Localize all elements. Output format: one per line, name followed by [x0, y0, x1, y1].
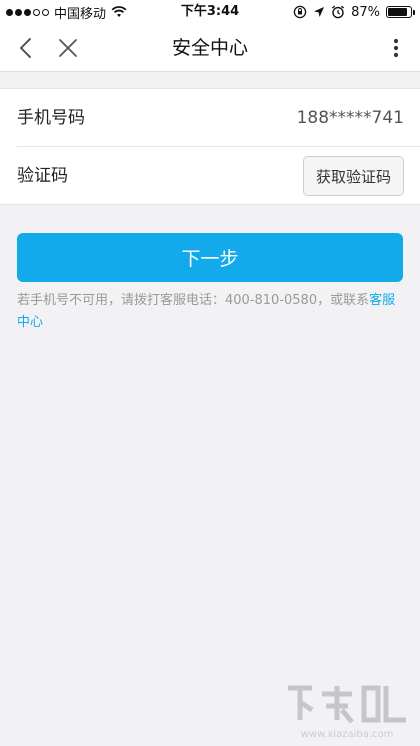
watermark-logo [288, 685, 406, 724]
code-row: 验证码 获取验证码 [0, 147, 420, 205]
phone-label: 手机号码 [17, 108, 85, 128]
alarm-icon [332, 5, 345, 19]
chevron-left-icon [19, 38, 31, 58]
verification-form: 手机号码 188*****741 验证码 获取验证码 [0, 88, 420, 205]
next-step-button[interactable]: 下一步 [17, 233, 403, 282]
code-input[interactable] [90, 157, 290, 195]
close-button[interactable] [52, 32, 84, 64]
nav-bar: 安全中心 [0, 24, 420, 72]
code-label: 验证码 [17, 166, 68, 186]
status-bar: 中国移动 下午3:44 87% [0, 0, 420, 24]
hint-text: 若手机号不可用，请拨打客服电话：400-810-0580，或联系 [17, 293, 370, 308]
more-button[interactable] [382, 32, 410, 64]
watermark: www.xiazaiba.com [282, 680, 412, 740]
battery-fill [388, 8, 408, 16]
phone-row: 手机号码 188*****741 [0, 89, 420, 147]
battery-percent: 87% [351, 4, 380, 20]
help-hint: 若手机号不可用，请拨打客服电话：400-810-0580，或联系客服中心 [17, 290, 397, 334]
location-icon [314, 7, 325, 17]
phone-value: 188*****741 [296, 108, 404, 128]
get-code-button[interactable]: 获取验证码 [303, 156, 404, 196]
status-right: 87% [293, 0, 415, 24]
back-button[interactable] [10, 32, 42, 64]
battery-icon [386, 6, 415, 18]
orientation-lock-icon [293, 5, 307, 19]
watermark-url: www.xiazaiba.com [300, 729, 394, 740]
close-icon [59, 39, 77, 57]
more-vertical-icon [393, 38, 399, 58]
